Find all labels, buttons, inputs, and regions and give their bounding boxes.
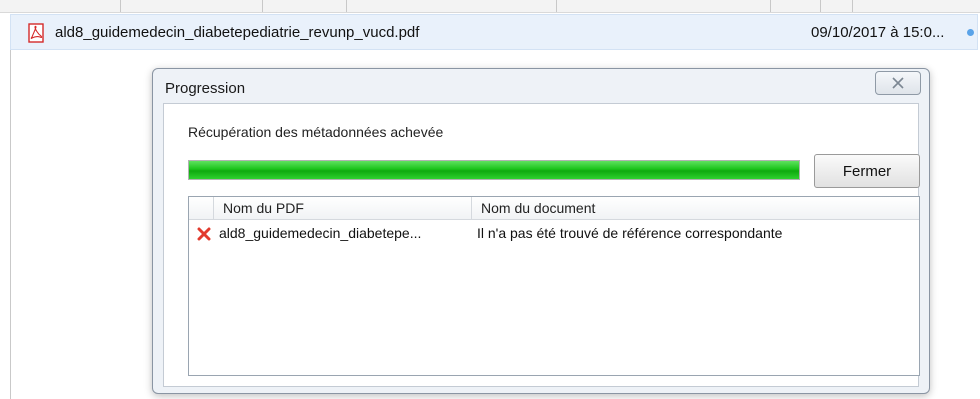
file-list-header	[0, 0, 980, 13]
progress-bar	[188, 160, 800, 180]
dialog-title: Progression	[165, 80, 246, 97]
file-date: 09/10/2017 à 15:0...	[811, 24, 945, 41]
results-table: Nom du PDF Nom du document ald8_guidemed…	[188, 196, 920, 376]
progress-fill	[189, 161, 799, 179]
file-name: ald8_guidemedecin_diabetepediatrie_revun…	[55, 24, 420, 41]
progress-dialog: Progression Récupération des métadonnées…	[152, 68, 930, 394]
close-button[interactable]: Fermer	[814, 154, 920, 188]
column-header-document-name[interactable]: Nom du document	[481, 200, 595, 216]
status-text: Récupération des métadonnées achevée	[188, 124, 444, 140]
cell-pdf-name: ald8_guidemedecin_diabetepe...	[219, 225, 422, 241]
dialog-close-button[interactable]	[875, 71, 921, 95]
close-x-icon	[892, 77, 904, 89]
column-header-pdf-name[interactable]: Nom du PDF	[223, 200, 304, 216]
list-border	[10, 50, 11, 399]
pdf-file-icon	[27, 23, 47, 43]
table-header: Nom du PDF Nom du document	[189, 197, 919, 220]
error-x-icon	[197, 227, 211, 241]
cell-document-name: Il n'a pas été trouvé de référence corre…	[477, 225, 783, 241]
file-list-row[interactable]: ald8_guidemedecin_diabetepediatrie_revun…	[10, 14, 978, 50]
status-dot-icon	[967, 29, 974, 36]
table-row[interactable]: ald8_guidemedecin_diabetepe... Il n'a pa…	[189, 223, 919, 245]
dialog-content: Récupération des métadonnées achevée Fer…	[163, 103, 920, 387]
